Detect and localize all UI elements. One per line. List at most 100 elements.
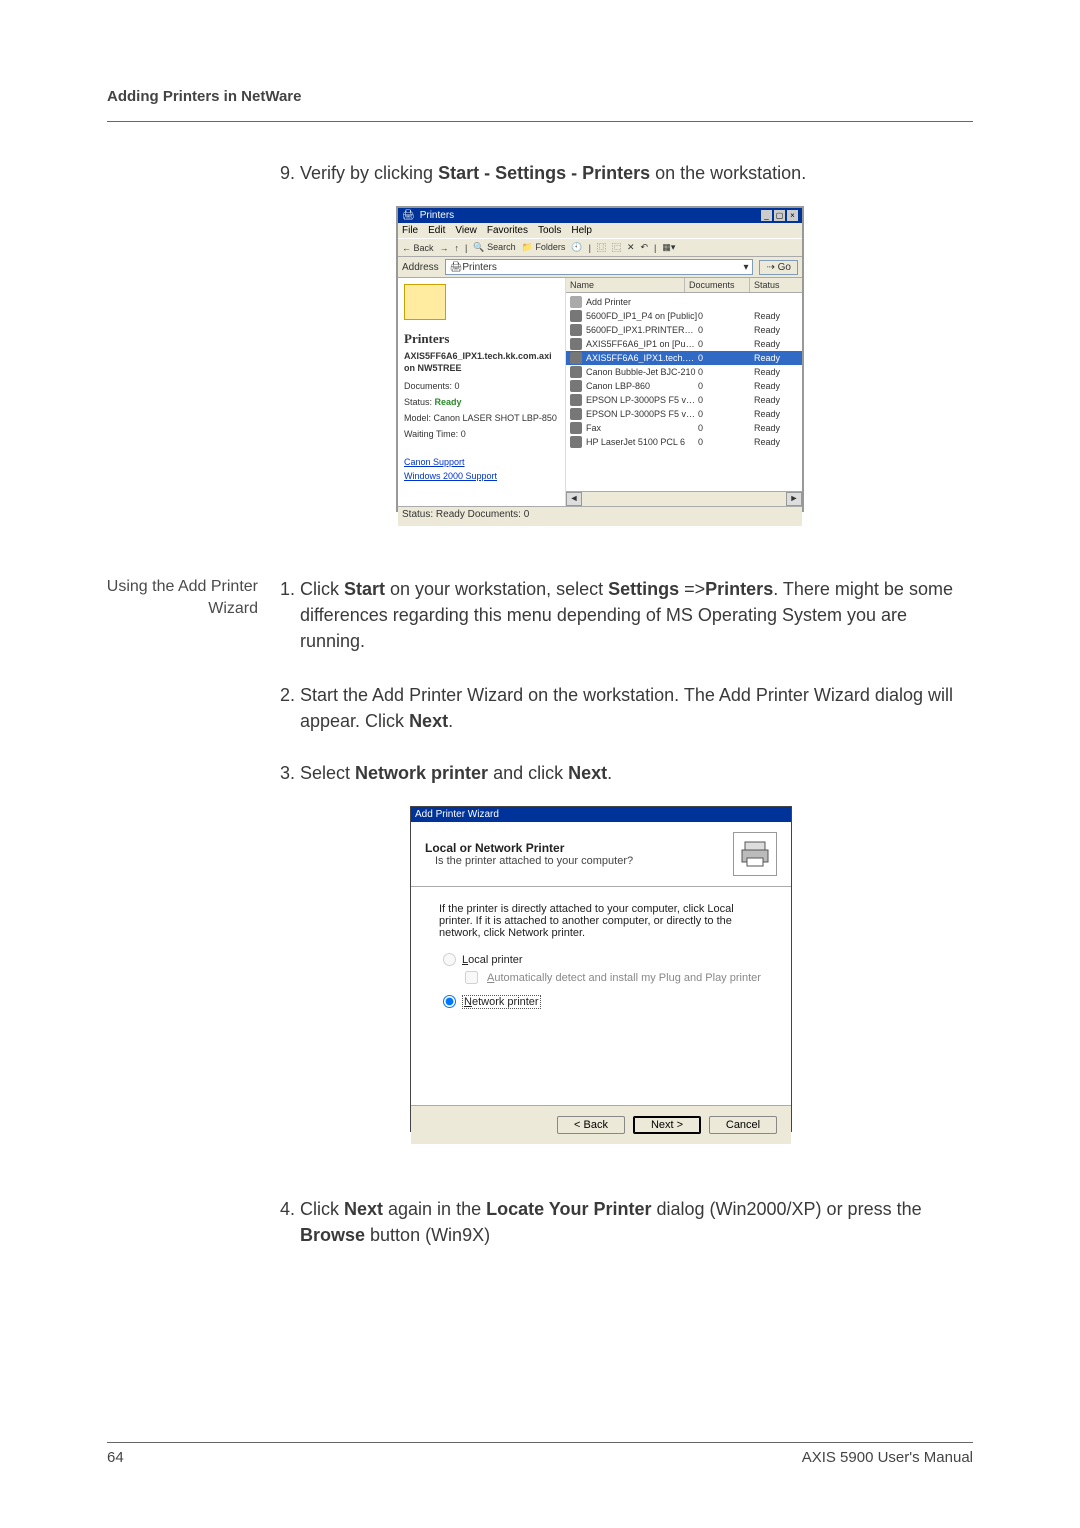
docs-label: Documents: bbox=[404, 381, 452, 391]
option-local-printer[interactable]: Local printer bbox=[443, 953, 763, 966]
printer-icon bbox=[570, 338, 582, 350]
radio-local[interactable] bbox=[443, 953, 456, 966]
step-9-post: on the workstation. bbox=[650, 163, 806, 183]
scroll-left-arrow[interactable]: ◄ bbox=[566, 492, 582, 506]
wizard-heading: Local or Network Printer bbox=[425, 841, 733, 855]
tb-history[interactable]: 🕙 bbox=[571, 242, 582, 253]
sel-name-b: on NW5TREE bbox=[404, 363, 462, 373]
printer-doc-count: 0 bbox=[698, 367, 754, 377]
printer-name: Add Printer bbox=[586, 297, 698, 307]
tb-move[interactable]: ⿶ bbox=[597, 241, 606, 254]
titlebar: 🖨 Printers _ ▢ × bbox=[398, 208, 802, 223]
wait-val: 0 bbox=[461, 429, 466, 439]
info-pane: Printers AXIS5FF6A6_IPX1.tech.kk.com.axi… bbox=[398, 278, 566, 506]
col-name[interactable]: Name bbox=[566, 278, 685, 292]
printer-name: AXIS5FF6A6_IPX1.tech.kk.com.axis on NW5T… bbox=[586, 353, 698, 363]
close-button[interactable]: × bbox=[787, 210, 798, 221]
step-9-pre: Verify by clicking bbox=[300, 163, 438, 183]
tb-folders[interactable]: 📁 Folders bbox=[522, 242, 566, 253]
tb-views[interactable]: ▦▾ bbox=[662, 242, 675, 253]
model-val: Canon LASER SHOT LBP-850 bbox=[434, 413, 557, 423]
wizard-titlebar: Add Printer Wizard bbox=[411, 807, 791, 822]
window-icon: 🖨 bbox=[402, 210, 415, 221]
link-canon[interactable]: Canon Support bbox=[404, 457, 559, 467]
printer-row[interactable]: AXIS5FF6A6_IPX1.tech.kk.com.axis on NW5T… bbox=[566, 351, 802, 365]
model-label: Model: bbox=[404, 413, 431, 423]
checkbox-auto-label: Automatically detect and install my Plug… bbox=[487, 972, 761, 984]
printers-window: 🖨 Printers _ ▢ × File Edit View Favorite… bbox=[396, 206, 804, 512]
printer-icon bbox=[570, 394, 582, 406]
back-button[interactable]: < Back bbox=[557, 1116, 625, 1134]
minimize-button[interactable]: _ bbox=[761, 210, 772, 221]
col-documents[interactable]: Documents bbox=[685, 278, 750, 292]
printer-row[interactable]: EPSON LP-3000PS F5 v52.3 on http://192.1… bbox=[566, 407, 802, 421]
printer-row[interactable]: Add Printer bbox=[566, 295, 802, 309]
folder-icon bbox=[404, 284, 446, 320]
tb-search[interactable]: 🔍 Search bbox=[473, 242, 515, 253]
printer-status: Ready bbox=[754, 437, 798, 447]
printer-status: Ready bbox=[754, 339, 798, 349]
toolbar: ← Back → ↑ | 🔍 Search 📁 Folders 🕙 | ⿶ ⿷ … bbox=[398, 238, 802, 257]
printer-doc-count: 0 bbox=[698, 311, 754, 321]
printer-list: Name Documents Status Add Printer 5600FD_… bbox=[566, 278, 802, 506]
printer-doc-count: 0 bbox=[698, 437, 754, 447]
printer-row[interactable]: 5600FD_IP1_P4 on [Public]0Ready bbox=[566, 309, 802, 323]
window-controls: _ ▢ × bbox=[761, 210, 798, 221]
wizard-header: Local or Network Printer Is the printer … bbox=[411, 822, 791, 887]
menu-view[interactable]: View bbox=[455, 225, 477, 236]
maximize-button[interactable]: ▢ bbox=[774, 210, 785, 221]
header-rule bbox=[107, 121, 973, 122]
printer-row[interactable]: Canon LBP-8600Ready bbox=[566, 379, 802, 393]
menu-edit[interactable]: Edit bbox=[428, 225, 445, 236]
radio-network[interactable] bbox=[443, 995, 456, 1008]
printer-status: Ready bbox=[754, 353, 798, 363]
printer-status: Ready bbox=[754, 325, 798, 335]
tb-delete[interactable]: ✕ bbox=[627, 242, 635, 253]
printer-row[interactable]: 5600FD_IPX1.PRINTERS.tech.kk.com.axis on… bbox=[566, 323, 802, 337]
menubar: File Edit View Favorites Tools Help bbox=[398, 223, 802, 238]
address-field[interactable]: 🖨 Printers▾ bbox=[445, 259, 754, 275]
printer-status: Ready bbox=[754, 409, 798, 419]
tb-forward[interactable]: → bbox=[440, 243, 449, 253]
step-4-number: 4. bbox=[270, 1196, 295, 1222]
next-button[interactable]: Next > bbox=[633, 1116, 701, 1134]
printer-name: Canon LBP-860 bbox=[586, 381, 698, 391]
tb-back[interactable]: ← Back bbox=[402, 243, 434, 253]
printer-icon bbox=[570, 352, 582, 364]
section-heading: Adding Printers in NetWare bbox=[107, 88, 301, 105]
printer-row[interactable]: Canon Bubble-Jet BJC-2100Ready bbox=[566, 365, 802, 379]
scroll-right-arrow[interactable]: ► bbox=[786, 492, 802, 506]
radio-local-label: Local printer bbox=[462, 954, 523, 966]
printer-row[interactable]: Fax0Ready bbox=[566, 421, 802, 435]
printer-doc-count: 0 bbox=[698, 353, 754, 363]
menu-favorites[interactable]: Favorites bbox=[487, 225, 528, 236]
go-button[interactable]: ⇢ Go bbox=[759, 260, 798, 275]
printer-name: 5600FD_IP1_P4 on [Public] bbox=[586, 311, 698, 321]
printer-name: EPSON LP-3000PS F5 v52.3 bbox=[586, 395, 698, 405]
printer-name: HP LaserJet 5100 PCL 6 bbox=[586, 437, 698, 447]
printer-name: EPSON LP-3000PS F5 v52.3 on http://192.1… bbox=[586, 409, 698, 419]
tb-undo[interactable]: ↶ bbox=[641, 242, 649, 253]
printer-row[interactable]: HP LaserJet 5100 PCL 60Ready bbox=[566, 435, 802, 449]
link-win2000[interactable]: Windows 2000 Support bbox=[404, 471, 559, 481]
address-label: Address bbox=[402, 262, 439, 273]
printer-doc-count: 0 bbox=[698, 409, 754, 419]
cancel-button[interactable]: Cancel bbox=[709, 1116, 777, 1134]
option-network-printer[interactable]: Network printer bbox=[443, 995, 763, 1008]
printer-doc-count: 0 bbox=[698, 381, 754, 391]
menu-help[interactable]: Help bbox=[571, 225, 592, 236]
scrollbar-horizontal[interactable]: ◄ ► bbox=[566, 491, 802, 506]
printer-doc-count: 0 bbox=[698, 423, 754, 433]
col-status[interactable]: Status bbox=[750, 278, 802, 292]
tb-up[interactable]: ↑ bbox=[455, 243, 460, 253]
step-3-number: 3. bbox=[270, 760, 295, 786]
page-number: 64 bbox=[107, 1449, 124, 1466]
printer-status: Ready bbox=[754, 423, 798, 433]
menu-file[interactable]: File bbox=[402, 225, 418, 236]
step-3-text: Select Network printer and click Next. bbox=[300, 763, 612, 783]
tb-copy[interactable]: ⿷ bbox=[612, 241, 621, 254]
menu-tools[interactable]: Tools bbox=[538, 225, 561, 236]
printer-row[interactable]: EPSON LP-3000PS F5 v52.30Ready bbox=[566, 393, 802, 407]
printer-row[interactable]: AXIS5FF6A6_IP1 on [Public]0Ready bbox=[566, 337, 802, 351]
printer-name: 5600FD_IPX1.PRINTERS.tech.kk.com.axis on… bbox=[586, 325, 698, 335]
